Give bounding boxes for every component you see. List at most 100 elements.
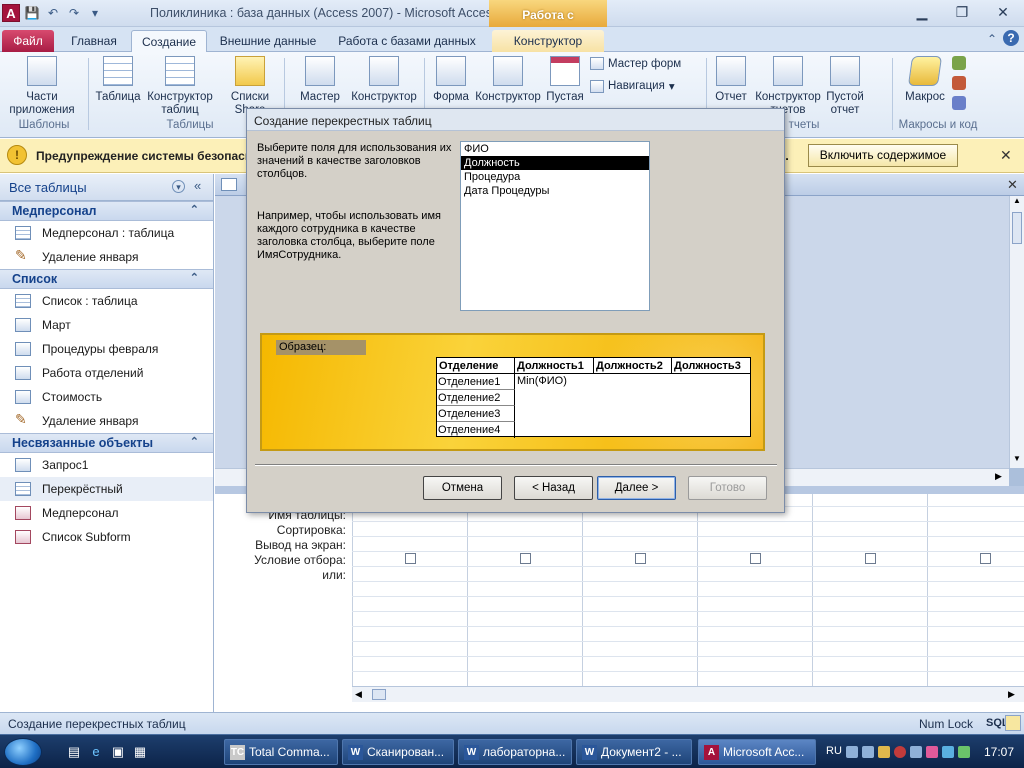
volume-icon[interactable] [910,746,922,758]
start-button[interactable] [4,738,42,766]
nav-item[interactable]: Перекрёстный [0,477,213,501]
close-document-icon[interactable]: ✕ [1007,177,1018,193]
column-heading-field-list[interactable]: ФИО Должность Процедура Дата Процедуры [460,141,650,311]
nav-item[interactable]: Процедуры февраля [0,337,213,361]
back-button[interactable]: < Назад [514,476,593,500]
tab-external-data[interactable]: Внешние данные [212,30,324,52]
help-icon[interactable]: ? [1003,30,1019,46]
taskbar-button[interactable]: Wлабораторна... [458,739,572,765]
table-designer-button[interactable]: Конструктор таблиц [144,56,216,117]
nav-item[interactable]: Стоимость [0,385,213,409]
collapse-group-icon[interactable]: ⌃ [190,435,199,448]
scroll-right-icon[interactable]: ▶ [995,471,1002,482]
tab-design[interactable]: Конструктор [492,30,604,52]
tray-icon[interactable] [878,746,890,758]
show-checkbox[interactable] [405,553,416,564]
taskbar-button[interactable]: TC Total Comma... [224,739,338,765]
nav-item[interactable]: Март [0,313,213,337]
blank-report-button[interactable]: Пустой отчет [824,56,866,117]
save-icon[interactable]: 💾 [23,4,41,22]
field-list-item[interactable]: Должность [461,156,649,170]
nav-group-header[interactable]: Медперсонал ⌃ [0,201,213,221]
restore-icon[interactable]: ❐ [949,3,975,21]
report-button[interactable]: Отчет [710,56,752,104]
show-desktop-icon[interactable]: ▤ [66,744,82,760]
show-checkbox[interactable] [520,553,531,564]
scroll-thumb[interactable] [1012,212,1022,244]
nav-item[interactable]: ✎ Удаление января [0,409,213,433]
show-checkbox[interactable] [865,553,876,564]
class-module-icon[interactable] [952,76,966,90]
tray-icon[interactable] [942,746,954,758]
close-icon[interactable]: ✕ [990,3,1016,21]
save-icon[interactable]: ▦ [132,744,148,760]
nav-item[interactable]: Список : таблица [0,289,213,313]
nav-item[interactable]: Работа отделений [0,361,213,385]
tab-home[interactable]: Главная [62,30,126,52]
tray-icon[interactable] [862,746,874,758]
macro-button[interactable]: Макрос [900,56,950,104]
tab-database-tools[interactable]: Работа с базами данных [330,30,484,52]
tray-icon[interactable] [926,746,938,758]
scroll-right-icon[interactable]: ▶ [1008,689,1015,700]
cancel-button[interactable]: Отмена [423,476,502,500]
redo-icon[interactable]: ↷ [65,4,83,22]
show-checkbox[interactable] [635,553,646,564]
nav-item[interactable]: Список Subform [0,525,213,549]
customize-qat-icon[interactable]: ▾ [86,4,104,22]
navigation-button[interactable]: Навигация ▾ [590,79,675,93]
network-icon[interactable] [958,746,970,758]
module-icon[interactable] [952,56,966,70]
nav-group-header[interactable]: Список ⌃ [0,269,213,289]
media-icon[interactable]: ▣ [110,744,126,760]
tray-icon[interactable] [894,746,906,758]
collapse-group-icon[interactable]: ⌃ [190,203,199,216]
scroll-up-icon[interactable]: ▲ [1011,196,1023,210]
nav-item[interactable]: Запрос1 [0,453,213,477]
tab-file[interactable]: Файл [2,30,54,52]
language-indicator[interactable]: RU [826,745,842,757]
finish-button[interactable]: Готово [688,476,767,500]
tab-create[interactable]: Создание [131,30,207,52]
tray-icon[interactable] [846,746,858,758]
nav-pane-header[interactable]: Все таблицы ▾ « [0,174,213,201]
blank-form-button[interactable]: Пустая [544,56,586,104]
design-view-icon[interactable] [1005,715,1021,731]
vertical-scrollbar[interactable]: ▲ ▼ [1009,196,1024,468]
access-app-icon[interactable]: A [2,4,20,22]
scroll-thumb[interactable] [372,689,386,700]
app-parts-button[interactable]: Части приложения [4,56,80,117]
field-list-item[interactable]: Процедура [461,170,649,184]
scroll-left-icon[interactable]: ◀ [355,689,362,700]
taskbar-button[interactable]: A Microsoft Acc... [698,739,816,765]
nav-group-header[interactable]: Несвязанные объекты ⌃ [0,433,213,453]
field-list-item[interactable]: Дата Процедуры [461,184,649,198]
collapse-group-icon[interactable]: ⌃ [190,271,199,284]
table-button[interactable]: Таблица [94,56,142,104]
show-checkbox[interactable] [980,553,991,564]
query-tab-icon[interactable] [221,178,237,191]
shutter-bar-icon[interactable]: « [194,178,201,193]
minimize-ribbon-icon[interactable]: ⌃ [983,30,1001,48]
query-wizard-button[interactable]: Мастер [294,56,346,104]
nav-item[interactable]: Медперсонал [0,501,213,525]
query-designer-button[interactable]: Конструктор [349,56,419,104]
nav-menu-icon[interactable]: ▾ [172,180,185,193]
nav-item[interactable]: Медперсонал : таблица [0,221,213,245]
show-checkbox[interactable] [750,553,761,564]
form-wizard-button[interactable]: Мастер форм [590,57,681,70]
form-designer-button[interactable]: Конструктор [473,56,543,104]
close-warning-icon[interactable]: ✕ [1000,147,1012,164]
visual-basic-icon[interactable] [952,96,966,110]
grid-horizontal-scrollbar[interactable]: ◀ ▶ [352,686,1024,702]
enable-content-button[interactable]: Включить содержимое [808,144,958,167]
internet-explorer-icon[interactable]: e [88,744,104,760]
taskbar-button[interactable]: W Документ2 - ... [576,739,692,765]
taskbar-button[interactable]: W Сканирован... [342,739,454,765]
scroll-down-icon[interactable]: ▼ [1011,454,1023,468]
field-list-item[interactable]: ФИО [461,142,649,156]
next-button[interactable]: Далее > [597,476,676,500]
minimize-icon[interactable]: ▁ [909,3,935,21]
form-button[interactable]: Форма [430,56,472,104]
nav-item[interactable]: ✎ Удаление января [0,245,213,269]
